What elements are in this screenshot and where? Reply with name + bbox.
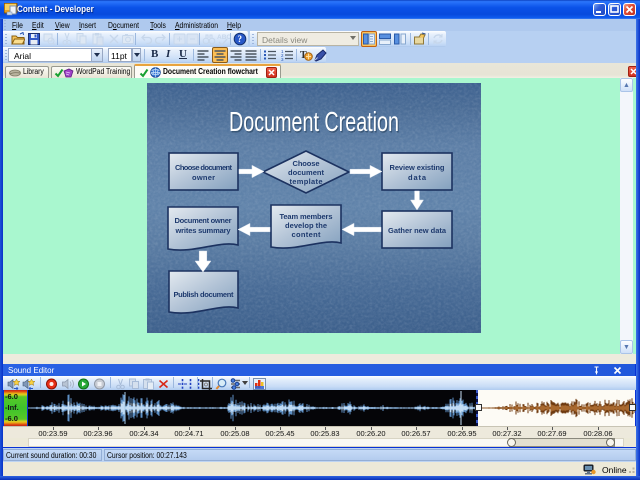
svg-text:Choose document: Choose document xyxy=(175,163,233,172)
svg-text:Choose: Choose xyxy=(293,159,320,168)
svg-text:document: document xyxy=(288,168,325,177)
svg-text:Review existing: Review existing xyxy=(390,163,445,172)
svg-text:writes summary: writes summary xyxy=(175,226,232,235)
svg-text:?: ? xyxy=(238,34,243,44)
svg-text:Gather new data: Gather new data xyxy=(388,226,447,235)
svg-text:owner: owner xyxy=(192,173,215,182)
svg-text:Document Creation: Document Creation xyxy=(229,106,399,137)
svg-text:Document owner: Document owner xyxy=(175,216,232,225)
svg-text:Team members: Team members xyxy=(280,212,333,221)
svg-text:ABC: ABC xyxy=(217,34,230,41)
svg-text:Publish document: Publish document xyxy=(174,290,235,299)
svg-text:content: content xyxy=(292,230,322,239)
svg-text:data: data xyxy=(408,173,427,182)
svg-text:template: template xyxy=(290,177,323,186)
svg-text:develop the: develop the xyxy=(285,221,327,230)
svg-text:3: 3 xyxy=(281,57,284,62)
